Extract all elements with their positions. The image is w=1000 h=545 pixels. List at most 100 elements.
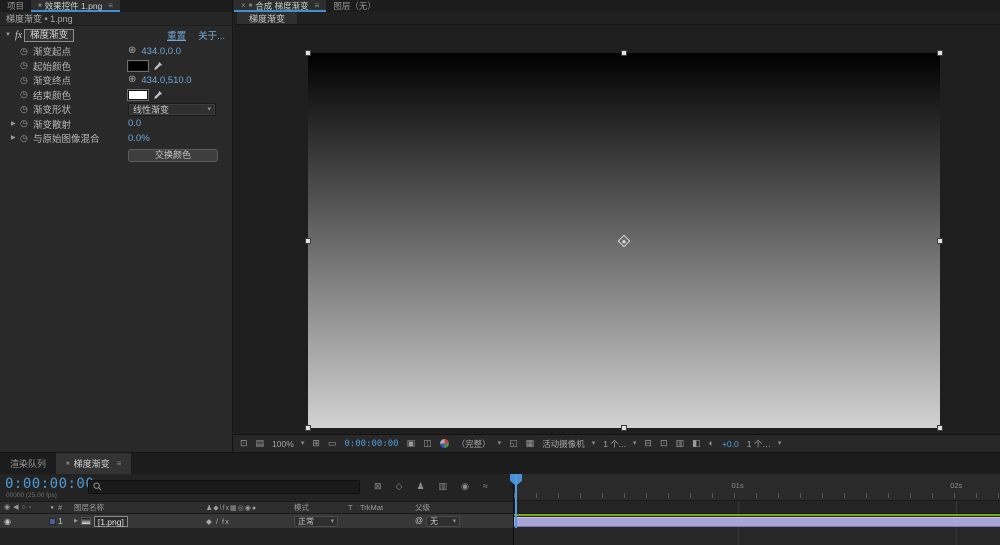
selection-handle[interactable] — [305, 237, 311, 244]
reset-link[interactable]: 重置 — [167, 28, 186, 42]
expand-triangle-icon[interactable]: ▶ — [11, 121, 16, 127]
stopwatch-icon[interactable]: ◷ — [20, 90, 33, 99]
resolution-value: （完整） — [456, 438, 491, 449]
show-channels-icon[interactable] — [439, 439, 449, 448]
tab-layer[interactable]: 图层（无） — [326, 0, 383, 12]
blend-mode-select[interactable]: 正常 ▾ — [294, 515, 338, 527]
panel-menu-icon[interactable]: ≡ — [108, 2, 113, 10]
pixel-aspect-icon[interactable]: ⊟ — [644, 439, 652, 448]
renderer-select[interactable]: 1 个… ▾ — [747, 438, 782, 450]
layer-switches[interactable]: ◆ / fx — [206, 517, 294, 526]
parent-header[interactable]: 父级 — [415, 502, 475, 513]
selection-handle[interactable] — [937, 50, 943, 56]
label-color-chip[interactable] — [48, 517, 56, 525]
stopwatch-icon[interactable]: ◷ — [20, 75, 33, 85]
swap-colors-button[interactable]: 交换颜色 — [128, 148, 218, 162]
layer-name-header[interactable]: 图层名称 — [74, 502, 206, 513]
tab-composition[interactable]: × ■ 合成 梯度渐变 ≡ — [234, 0, 327, 12]
selection-handle[interactable] — [937, 237, 943, 244]
exposure-icon[interactable]: ◐ — [709, 439, 714, 448]
tab-project[interactable]: 项目 — [0, 0, 31, 12]
show-snapshot-icon[interactable]: ◫ — [423, 439, 432, 448]
stopwatch-icon[interactable]: ◷ — [20, 119, 33, 128]
end-color-swatch[interactable] — [128, 89, 148, 100]
viewer-timecode[interactable]: 0:00:00:00 — [344, 439, 398, 449]
layer-row[interactable]: ◉ 1 ▶ [1.png] ◆ / fx 正常 ▾ @ 无 ▾ — [0, 514, 513, 528]
ramp-shape-select[interactable]: 线性渐变 ▾ — [128, 102, 216, 116]
fast-previews-icon[interactable]: ⊡ — [660, 439, 668, 448]
ramp-end-value[interactable]: 434.0,510.0 — [141, 75, 191, 86]
draft-3d-icon[interactable]: ◇ — [396, 482, 403, 491]
track-area[interactable] — [513, 501, 1000, 545]
comp-subtab[interactable]: 梯度渐变 — [237, 12, 298, 24]
mask-visibility-icon[interactable]: ▭ — [328, 439, 337, 448]
timeline-search[interactable] — [88, 480, 360, 494]
selection-handle[interactable] — [621, 425, 627, 431]
snapshot-icon[interactable]: ▣ — [407, 439, 416, 448]
magnification-value: 100% — [272, 438, 294, 449]
pickwhip-icon[interactable]: @ — [415, 517, 423, 525]
ruler-icon[interactable]: ▥ — [676, 439, 685, 448]
layer-name[interactable]: [1.png] — [93, 515, 128, 527]
parent-select[interactable]: 无 ▾ — [426, 515, 461, 527]
collapse-triangle-icon[interactable]: ▼ — [5, 32, 11, 38]
ramp-start-value[interactable]: 434.0,0.0 — [141, 46, 181, 57]
anchor-point[interactable] — [617, 234, 631, 247]
view-layout-select[interactable]: 1 个... ▾ — [603, 438, 636, 450]
stopwatch-icon[interactable]: ◷ — [20, 46, 33, 56]
frame-rate-label: 00000 (25.00 fps) — [6, 492, 57, 499]
grid-options-icon[interactable]: ⊞ — [312, 439, 320, 448]
current-timecode[interactable]: 0:00:00:00 — [5, 476, 94, 492]
ramp-scatter-value[interactable]: 0.0 — [128, 118, 141, 129]
timeline-panel: 渲染队列 ■ 梯度渐变 ≡ 0:00:00:00 00000 (25.00 fp… — [0, 452, 1000, 545]
chevron-down-icon: ▾ — [207, 105, 211, 113]
stopwatch-icon[interactable]: ◷ — [20, 133, 33, 143]
selection-handle[interactable] — [937, 425, 943, 431]
selection-handle[interactable] — [621, 50, 627, 56]
camera-select[interactable]: 活动摄像机 ▾ — [542, 438, 595, 450]
tab-effect-controls[interactable]: ■ 效果控件 1.png ≡ — [31, 0, 120, 12]
effect-name[interactable]: 梯度渐变 — [24, 28, 75, 42]
selection-handle[interactable] — [305, 50, 311, 56]
layer-duration-bar[interactable] — [514, 517, 1000, 527]
blend-original-value[interactable]: 0.0% — [128, 133, 150, 144]
about-link[interactable]: 关于... — [198, 28, 225, 42]
graph-editor-icon[interactable]: ≈ — [483, 482, 488, 491]
shy-icon[interactable]: ♟ — [416, 482, 424, 491]
layer-expand-icon[interactable]: ▶ — [74, 518, 78, 524]
expand-triangle-icon[interactable]: ▶ — [11, 135, 16, 141]
frame-blend-icon[interactable]: ▥ — [439, 482, 448, 491]
search-input[interactable] — [106, 482, 355, 492]
start-color-swatch[interactable] — [128, 60, 148, 71]
comp-flowchart-icon[interactable]: ⊠ — [374, 482, 382, 491]
panel-menu-icon[interactable]: ≡ — [117, 459, 122, 468]
resolution-select[interactable]: （完整） ▾ — [457, 438, 502, 450]
chevron-down-icon: ▾ — [497, 440, 502, 447]
motion-blur-icon[interactable]: ◉ — [461, 482, 469, 491]
tab-render-queue[interactable]: 渲染队列 — [0, 453, 56, 474]
tab-timeline-comp[interactable]: ■ 梯度渐变 ≡ — [56, 453, 132, 474]
selection-handle[interactable] — [305, 425, 311, 431]
point-target-icon[interactable]: ⊕ — [128, 75, 136, 85]
stopwatch-icon[interactable]: ◷ — [20, 61, 33, 70]
tab-project-label: 项目 — [7, 1, 25, 11]
comp-canvas[interactable] — [305, 50, 943, 431]
panel-menu-icon[interactable]: ≡ — [315, 2, 320, 10]
eyedropper-icon[interactable] — [153, 90, 163, 100]
magnification-select[interactable]: 100% ▾ — [272, 439, 304, 449]
point-target-icon[interactable]: ⊕ — [128, 46, 136, 56]
time-ruler[interactable]: 01s 02s — [513, 474, 1000, 501]
guides-icon[interactable]: ◧ — [692, 439, 701, 448]
eye-icon[interactable]: ◉ — [4, 517, 11, 526]
number-column-header: # — [58, 503, 63, 512]
screen-icon[interactable]: ⊡ — [240, 439, 248, 448]
close-icon[interactable]: × — [241, 2, 246, 10]
mode-header[interactable]: 模式 — [294, 502, 348, 513]
region-of-interest-icon[interactable]: ◱ — [509, 439, 518, 448]
monitor-icon[interactable]: ▤ — [256, 439, 265, 448]
exposure-value[interactable]: +0.0 — [722, 439, 739, 449]
transparency-grid-icon[interactable]: ▦ — [526, 439, 535, 448]
playhead-line[interactable] — [515, 474, 517, 528]
eyedropper-icon[interactable] — [153, 61, 163, 71]
stopwatch-icon[interactable]: ◷ — [20, 104, 33, 114]
